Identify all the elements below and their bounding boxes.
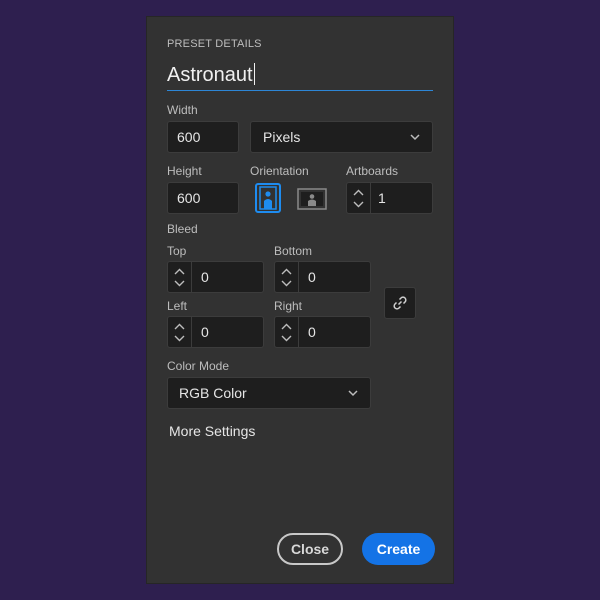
chevron-up-icon[interactable] [281,323,292,330]
color-mode-value: RGB Color [179,385,247,401]
create-button[interactable]: Create [362,533,435,565]
link-bleed-button[interactable] [384,287,416,319]
color-mode-label: Color Mode [167,359,230,373]
bleed-top-label: Top [167,244,187,258]
orientation-label: Orientation [250,164,309,178]
bleed-right-step-buttons[interactable] [275,317,299,347]
artboards-stepper[interactable]: 1 [346,182,433,214]
bleed-bottom-value: 0 [308,269,316,285]
bleed-bottom-stepper[interactable]: 0 [274,261,371,293]
bleed-label: Bleed [167,222,198,236]
close-button[interactable]: Close [277,533,343,565]
color-mode-dropdown[interactable]: RGB Color [167,377,371,409]
chevron-down-icon[interactable] [174,335,185,342]
chevron-up-icon[interactable] [174,268,185,275]
section-title: PRESET DETAILS [167,38,262,50]
chevron-down-icon [348,390,358,397]
portrait-person-icon [259,186,277,210]
text-caret [253,63,255,85]
width-input[interactable]: 600 [167,121,239,153]
bleed-left-step-buttons[interactable] [168,317,192,347]
bleed-right-value: 0 [308,324,316,340]
landscape-person-icon [297,188,327,210]
bleed-right-label: Right [274,299,303,313]
bleed-left-stepper[interactable]: 0 [167,316,264,348]
artboards-label: Artboards [346,164,399,178]
width-value: 600 [177,129,201,145]
chevron-up-icon[interactable] [281,268,292,275]
link-icon [393,296,407,310]
height-input[interactable]: 600 [167,182,239,214]
chevron-up-icon[interactable] [353,189,364,196]
width-label: Width [167,103,198,117]
bleed-right-stepper[interactable]: 0 [274,316,371,348]
bleed-bottom-label: Bottom [274,244,313,258]
preset-details-panel: PRESET DETAILS Astronaut Width 600 Pixel… [146,16,454,584]
bleed-left-label: Left [167,299,188,313]
orientation-portrait-button[interactable] [255,183,281,213]
bleed-top-step-buttons[interactable] [168,262,192,292]
chevron-up-icon[interactable] [174,323,185,330]
bleed-top-stepper[interactable]: 0 [167,261,264,293]
units-dropdown[interactable]: Pixels [250,121,433,153]
artboards-value: 1 [378,190,386,206]
chevron-down-icon[interactable] [281,335,292,342]
units-value: Pixels [263,129,301,145]
preset-name-value[interactable]: Astronaut [167,61,253,89]
bleed-top-value: 0 [201,269,209,285]
chevron-down-icon[interactable] [281,280,292,287]
chevron-down-icon [410,134,420,141]
bleed-bottom-step-buttons[interactable] [275,262,299,292]
preset-name-field[interactable]: Astronaut [167,61,433,91]
height-label: Height [167,164,202,178]
orientation-landscape-button[interactable] [297,188,327,210]
more-settings-link[interactable]: More Settings [169,423,255,439]
artboards-step-buttons[interactable] [347,183,371,213]
bleed-left-value: 0 [201,324,209,340]
chevron-down-icon[interactable] [353,201,364,208]
height-value: 600 [177,190,201,206]
chevron-down-icon[interactable] [174,280,185,287]
